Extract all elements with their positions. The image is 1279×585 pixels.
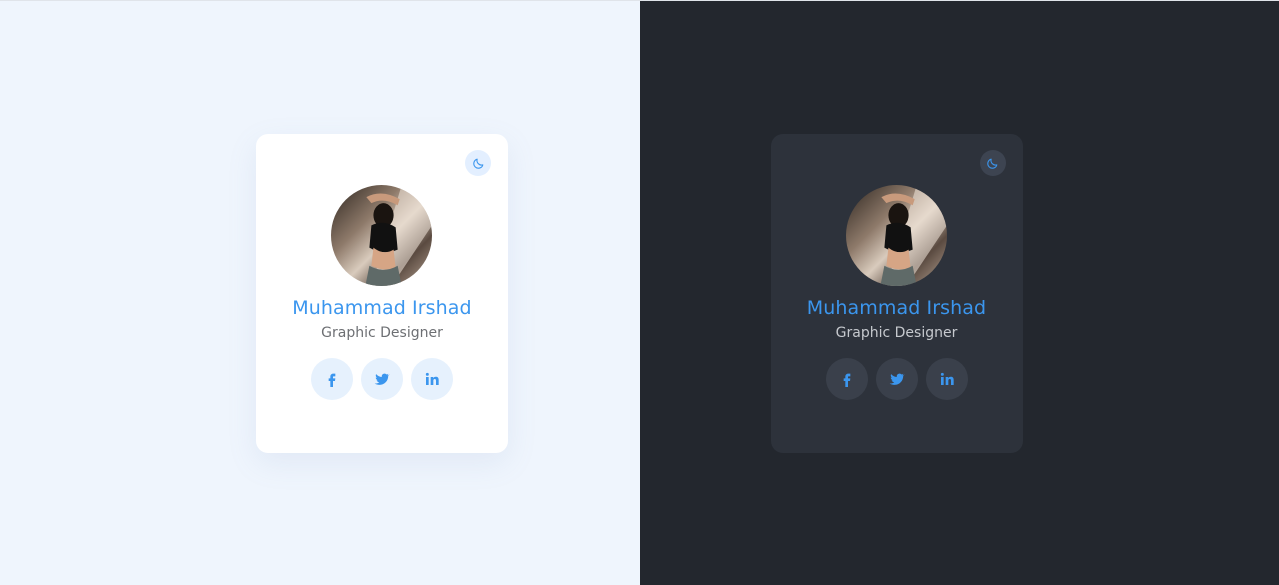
twitter-button[interactable] — [361, 358, 403, 400]
twitter-icon — [889, 373, 905, 385]
profile-role: Graphic Designer — [321, 325, 443, 341]
theme-toggle-button[interactable] — [465, 150, 491, 176]
linkedin-button[interactable] — [925, 358, 968, 400]
theme-toggle-button[interactable] — [979, 150, 1006, 176]
social-links — [771, 358, 1023, 400]
moon-icon — [472, 158, 483, 169]
profile-photo — [331, 185, 432, 286]
profile-role: Graphic Designer — [835, 325, 958, 341]
avatar — [331, 185, 432, 286]
facebook-icon — [328, 373, 336, 387]
avatar — [845, 185, 947, 286]
top-border — [0, 0, 1279, 1]
social-links — [256, 358, 508, 400]
profile-card-dark: Muhammad Irshad Graphic Designer — [770, 134, 1023, 453]
profile-card-light: Muhammad Irshad Graphic Designer — [256, 134, 508, 453]
light-theme-panel: Muhammad Irshad Graphic Designer — [0, 0, 640, 585]
facebook-icon — [843, 373, 850, 387]
facebook-button[interactable] — [311, 358, 353, 400]
profile-name: Muhammad Irshad — [806, 297, 987, 319]
dark-theme-panel: Muhammad Irshad Graphic Designer — [639, 0, 1279, 585]
twitter-button[interactable] — [875, 358, 918, 400]
profile-name: Muhammad Irshad — [292, 297, 472, 319]
linkedin-icon — [425, 372, 439, 385]
linkedin-icon — [940, 372, 954, 385]
moon-icon — [987, 158, 998, 169]
linkedin-button[interactable] — [411, 358, 453, 400]
profile-photo — [845, 185, 947, 286]
twitter-icon — [374, 373, 390, 385]
facebook-button[interactable] — [825, 358, 868, 400]
